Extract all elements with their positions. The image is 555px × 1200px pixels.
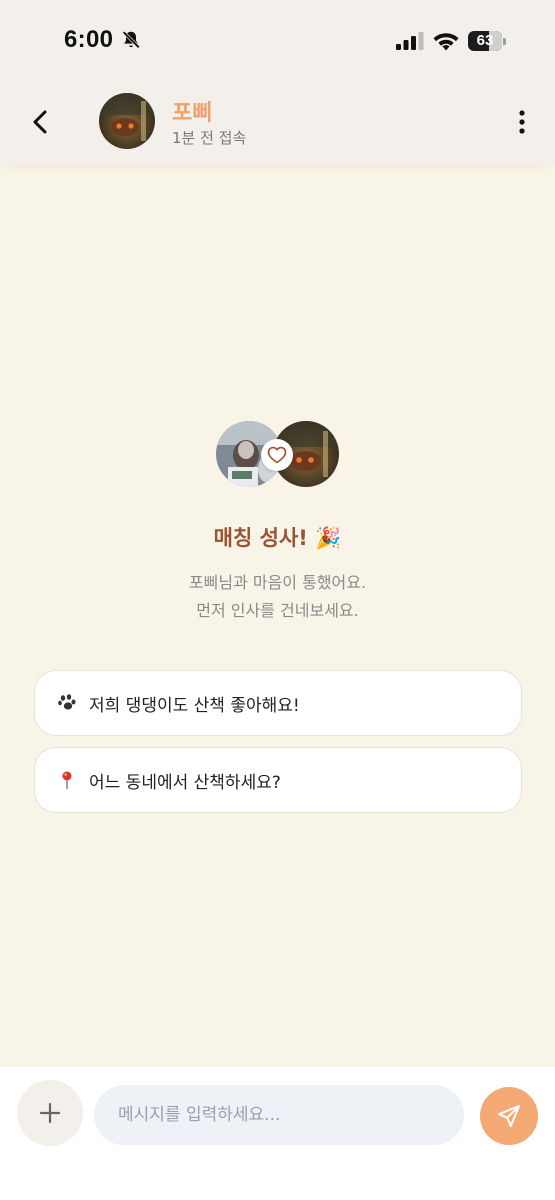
wifi-icon <box>433 33 459 51</box>
more-vertical-icon <box>519 110 525 134</box>
paw-icon <box>57 693 77 713</box>
heart-badge <box>261 439 293 471</box>
match-title: 매칭 성사! 🎉 <box>0 522 555 552</box>
contact-last-seen: 1분 전 접속 <box>172 129 247 147</box>
contact-name: 포삐 <box>172 101 213 126</box>
suggestion-chip-1[interactable]: 저희 댕댕이도 산책 좋아해요! <box>34 670 522 736</box>
message-input[interactable] <box>94 1085 464 1145</box>
match-avatars <box>216 421 340 489</box>
party-popper-icon: 🎉 <box>315 526 342 550</box>
suggestion-text-2: 어느 동네에서 산책하세요? <box>89 772 281 793</box>
chevron-left-icon <box>33 110 47 134</box>
heart-icon <box>267 446 287 464</box>
battery-indicator: 63 <box>468 31 506 51</box>
match-description-line1: 포삐님과 마음이 통했어요. <box>188 573 367 592</box>
send-icon <box>498 1105 520 1127</box>
suggestion-chip-2[interactable]: 어느 동네에서 산책하세요? <box>34 747 522 813</box>
battery-percent: 63 <box>476 32 494 49</box>
chat-header: 포삐 1분 전 접속 <box>0 80 555 164</box>
match-description-line2: 먼저 인사를 건네보세요. <box>196 601 359 620</box>
plus-icon <box>39 1102 61 1124</box>
contact-avatar[interactable] <box>99 93 155 149</box>
match-description: 포삐님과 마음이 통했어요. 먼저 인사를 건네보세요. <box>0 569 555 625</box>
more-options-button[interactable] <box>508 102 536 142</box>
bell-slash-icon <box>122 31 140 49</box>
cellular-signal-icon <box>396 32 424 50</box>
send-button[interactable] <box>480 1087 538 1145</box>
match-title-text: 매칭 성사! <box>213 526 308 550</box>
attach-button[interactable] <box>17 1080 83 1146</box>
message-input-bar <box>0 1067 555 1200</box>
back-button[interactable] <box>22 102 58 142</box>
status-time: 6:00 <box>64 26 114 53</box>
pin-icon <box>57 770 77 790</box>
status-bar: 6:00 63 <box>0 0 555 80</box>
suggestion-text-1: 저희 댕댕이도 산책 좋아해요! <box>89 695 300 716</box>
